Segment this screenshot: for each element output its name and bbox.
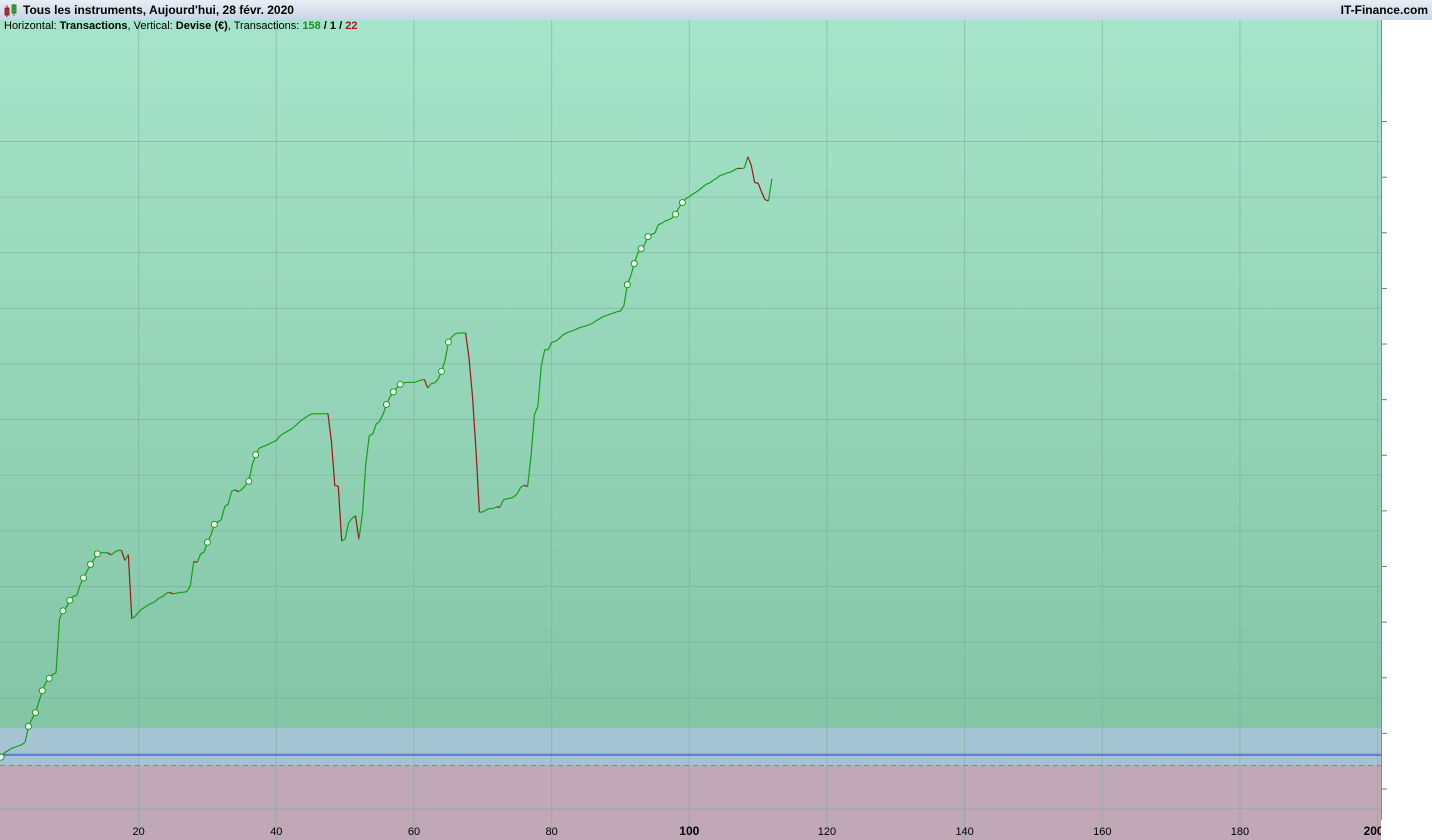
x-tick-label: 40 <box>270 826 282 838</box>
title-bar: Tous les instruments, Aujourd'hui, 28 fé… <box>0 0 1432 21</box>
equity-high-marker <box>396 380 404 388</box>
equity-high-marker <box>630 260 638 268</box>
right-value-axis <box>1381 20 1432 820</box>
equity-high-marker <box>382 401 390 409</box>
equity-segment-down <box>754 182 759 184</box>
equity-segment-up <box>172 592 177 595</box>
equity-high-marker <box>623 281 631 289</box>
equity-high-marker <box>637 245 645 253</box>
equity-high-marker <box>252 451 260 459</box>
equity-high-marker <box>31 709 39 717</box>
equity-high-marker <box>66 596 74 604</box>
equity-segment-down <box>334 484 339 487</box>
equity-segment-up <box>582 325 587 328</box>
equity-high-marker <box>45 674 53 682</box>
equity-segment-up <box>73 595 77 597</box>
equity-high-marker <box>80 574 88 582</box>
equity-high-marker <box>59 607 67 615</box>
equity-high-marker <box>245 477 253 485</box>
equity-segment-up <box>166 591 170 594</box>
profit-zone <box>0 20 1381 728</box>
x-tick-label: 80 <box>546 826 558 838</box>
equity-high-marker <box>389 388 397 396</box>
x-tick-label: 120 <box>818 826 836 838</box>
winning-count: 158 <box>302 20 321 32</box>
transactions-label: , Transactions: <box>227 20 303 32</box>
equity-segment-up <box>455 332 459 335</box>
equity-chart[interactable]: 20 40 60 80 100 120 140 160 180 200 <box>0 20 1381 840</box>
equity-high-marker <box>0 753 5 761</box>
equity-segment-up <box>420 378 425 381</box>
loss-zone <box>0 728 1381 766</box>
horizontal-value: Transactions <box>59 20 128 32</box>
x-tick-label: 100 <box>679 824 699 838</box>
equity-segment-up <box>176 591 181 594</box>
brand-label[interactable]: IT-Finance.com <box>1341 3 1428 17</box>
equity-high-marker <box>438 367 446 375</box>
x-tick-label: 180 <box>1231 826 1249 838</box>
equity-high-marker <box>38 687 46 695</box>
equity-segment-up <box>740 167 745 170</box>
equity-high-marker <box>93 550 101 558</box>
separator: / <box>320 20 330 32</box>
x-tick-label: 60 <box>408 826 420 838</box>
x-tick-label: 200 <box>1364 824 1381 838</box>
x-tick-label: 160 <box>1093 826 1111 838</box>
equity-segment-up <box>616 310 621 313</box>
equity-high-marker <box>25 722 33 730</box>
chart-title: Tous les instruments, Aujourd'hui, 28 fé… <box>23 3 294 17</box>
equity-high-marker <box>210 520 218 528</box>
equity-segment-up <box>183 591 187 593</box>
horizontal-label: Horizontal: <box>4 20 60 32</box>
equity-segment-up <box>310 413 315 415</box>
equity-segment-up <box>506 497 511 500</box>
equity-segment-up <box>720 173 724 176</box>
candlestick-chart-icon <box>4 4 17 17</box>
equity-segment-up <box>503 498 508 501</box>
equity-high-marker <box>444 338 452 346</box>
right-axis-ticks <box>1382 121 1387 790</box>
equity-high-marker <box>644 233 652 241</box>
vertical-label: , Vertical: <box>127 20 176 32</box>
vertical-value: Devise (€) <box>175 20 228 32</box>
equity-high-marker <box>86 560 94 568</box>
equity-high-marker <box>203 538 211 546</box>
chart-info-line: Horizontal: Transactions, Vertical: Devi… <box>4 20 357 32</box>
x-tick-label: 140 <box>955 826 973 838</box>
equity-high-marker <box>672 210 680 218</box>
separator: / <box>336 20 346 32</box>
losing-count: 22 <box>345 20 358 32</box>
equity-segment-up <box>727 171 731 174</box>
equity-segment-up <box>431 382 435 385</box>
equity-high-marker <box>678 199 686 207</box>
x-tick-label: 20 <box>133 826 145 838</box>
